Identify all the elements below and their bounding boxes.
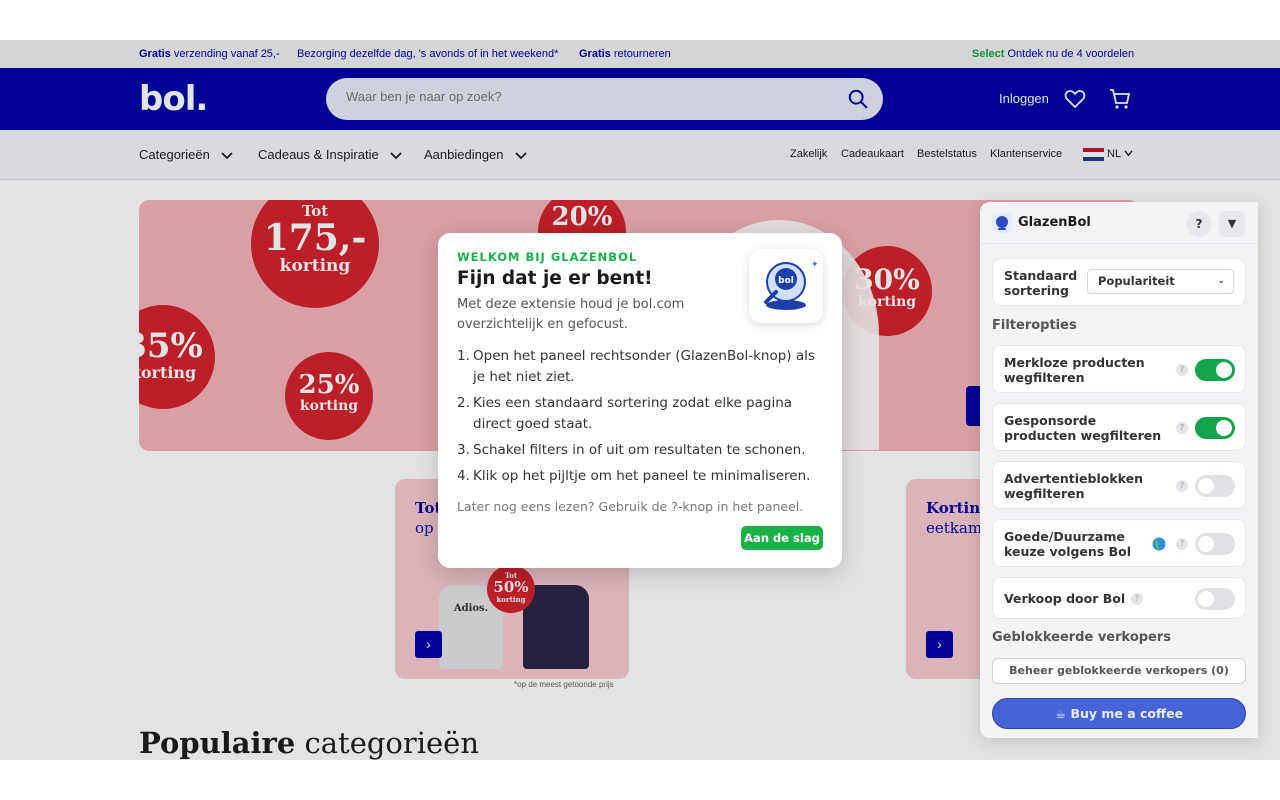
filter-row: Advertentieblokken wegfilteren ? <box>992 461 1246 509</box>
filter-row: Verkoop door Bol ? <box>992 577 1246 619</box>
manage-blocked-sellers-button[interactable]: Beheer geblokkeerde verkopers (0) <box>992 658 1246 684</box>
sort-row: Standaard sortering Populariteit ⌄ <box>992 258 1246 306</box>
filter-row: Goede/Duurzame keuze volgens Bol ? <box>992 519 1246 567</box>
modal-steps: 1. Open het paneel rechtsonder (GlazenBol… <box>457 346 827 492</box>
help-icon[interactable]: ? <box>1176 422 1188 434</box>
svg-text:bol: bol <box>778 276 794 286</box>
glazenbol-logo-icon <box>992 213 1012 233</box>
glazenbol-panel: GlazenBol ? ▼ Standaard sortering Popula… <box>980 202 1258 738</box>
toggle-sold-by-bol[interactable] <box>1195 588 1235 610</box>
help-icon[interactable]: ? <box>1131 593 1143 605</box>
toggle-unbranded[interactable] <box>1195 359 1235 381</box>
blocked-sellers-heading: Geblokkeerde verkopers <box>992 630 1172 645</box>
help-icon[interactable]: ? <box>1176 538 1188 550</box>
crystal-ball-icon: bol ✦ <box>764 260 819 310</box>
filter-row: Gesponsorde producten wegfilteren ? <box>992 403 1246 451</box>
help-icon[interactable]: ? <box>1176 364 1188 376</box>
modal-intro: Met deze extensie houd je bol.com overzi… <box>457 297 685 332</box>
modal-eyebrow: WELKOM BIJ GLAZENBOL <box>457 250 638 264</box>
globe-icon <box>1152 537 1166 551</box>
filter-row: Merkloze producten wegfilteren ? <box>992 345 1246 393</box>
modal-step: 1. Open het paneel rechtsonder (GlazenBol… <box>457 348 815 385</box>
modal-step: 4. Klik op het pijltje om het paneel te m… <box>457 468 811 484</box>
chevron-down-icon: ⌄ <box>1217 276 1225 286</box>
help-icon[interactable]: ? <box>1176 480 1188 492</box>
start-button[interactable]: Aan de slag <box>741 526 823 550</box>
modal-step: 2. Kies een standaard sortering zodat elk… <box>457 395 793 432</box>
sort-select[interactable]: Populariteit ⌄ <box>1087 269 1234 294</box>
minimize-button[interactable]: ▼ <box>1219 211 1245 237</box>
buy-me-a-coffee-button[interactable]: ☕ Buy me a coffee <box>992 698 1246 729</box>
panel-title: GlazenBol <box>1018 215 1091 230</box>
modal-step: 3. Schakel filters in of uit om resultate… <box>457 442 806 458</box>
toggle-ad-blocks[interactable] <box>1195 475 1235 497</box>
filters-heading: Filteropties <box>992 318 1077 333</box>
help-button[interactable]: ? <box>1186 211 1212 237</box>
sort-label: Standaard sortering <box>1004 268 1078 298</box>
svg-text:✦: ✦ <box>811 260 819 270</box>
welcome-modal: WELKOM BIJ GLAZENBOL Fijn dat je er bent… <box>438 233 842 568</box>
glazenbol-logo: bol ✦ <box>749 249 823 323</box>
toggle-sponsored[interactable] <box>1195 417 1235 439</box>
modal-later-hint: Later nog eens lezen? Gebruik de ?-knop … <box>457 499 804 514</box>
toggle-sustainable[interactable] <box>1195 533 1235 555</box>
panel-header: GlazenBol ? ▼ <box>980 202 1258 244</box>
modal-title: Fijn dat je er bent! <box>457 268 653 289</box>
